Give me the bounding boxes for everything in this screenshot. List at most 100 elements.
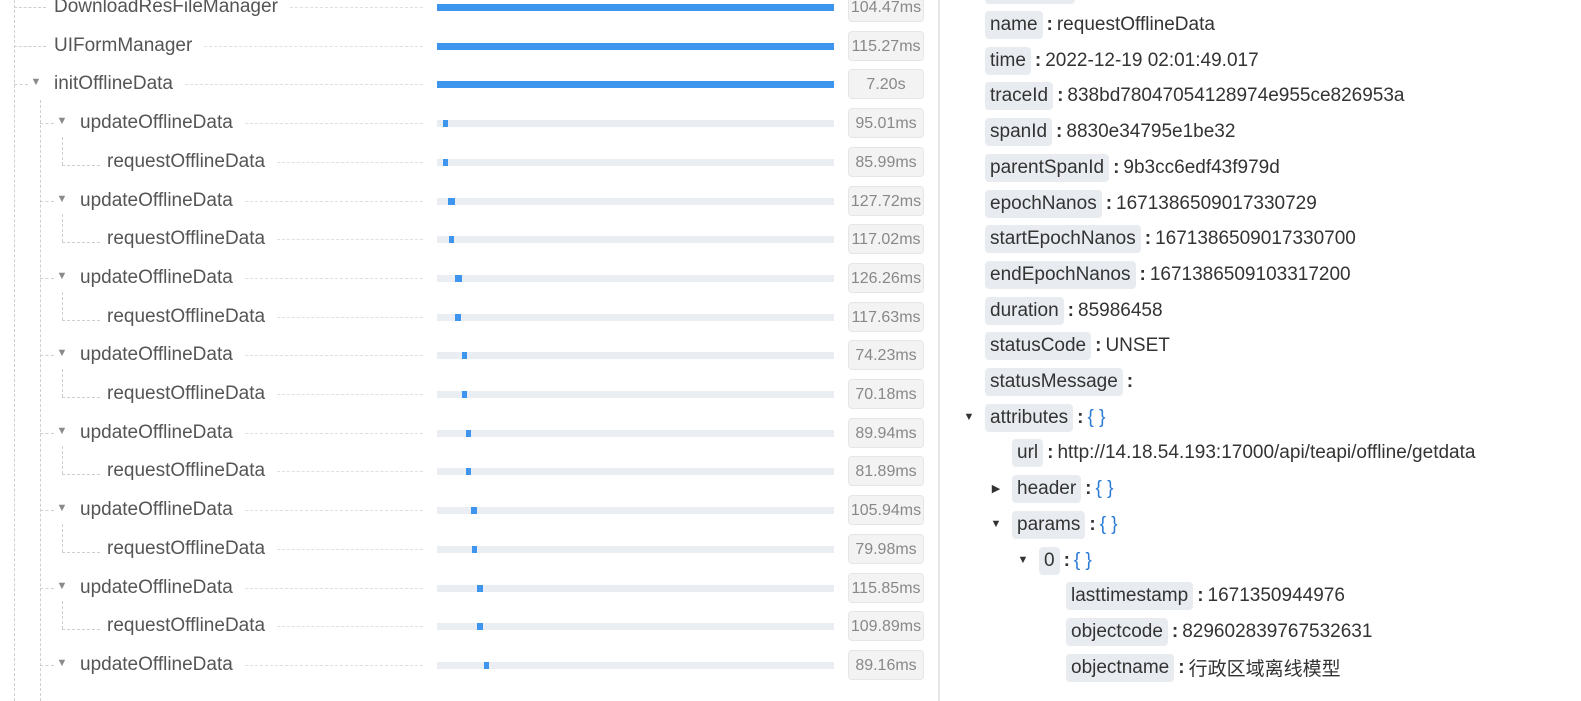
row-leader xyxy=(244,123,423,125)
detail-row: endEpochNanos:1671386509103317200 xyxy=(985,260,1351,290)
span-name: UIFormManager xyxy=(54,34,193,56)
trace-span-row[interactable]: ▼ updateOfflineData 126.26ms xyxy=(0,259,938,297)
trace-span-row[interactable]: ▼ updateOfflineData 74.23ms xyxy=(0,336,938,374)
tree-branch xyxy=(40,277,54,279)
trace-span-row[interactable]: ▼ updateOfflineData 115.85ms xyxy=(0,569,938,607)
detail-row: duration:85986458 xyxy=(985,296,1163,326)
row-leader xyxy=(289,7,423,8)
detail-row[interactable]: 0:{ } xyxy=(1039,546,1092,576)
object-brace[interactable]: { } xyxy=(1096,478,1114,500)
timeline-bar-track xyxy=(437,623,834,631)
detail-value: 1671386509017330729 xyxy=(1116,192,1317,214)
duration-badge: 81.89ms xyxy=(848,456,924,487)
timeline-bar xyxy=(437,42,834,50)
expand-toggle-icon[interactable]: ▼ xyxy=(55,580,69,592)
tree-elbow xyxy=(62,601,63,630)
trace-span-row[interactable]: ▼ updateOfflineData 105.94ms xyxy=(0,491,938,529)
duration-badge: 7.20s xyxy=(848,69,924,100)
expand-toggle-icon[interactable]: ▼ xyxy=(29,76,43,88)
timeline-bar xyxy=(471,507,477,515)
detail-value: 1671386509017330700 xyxy=(1155,228,1356,250)
expand-toggle-icon[interactable]: ▼ xyxy=(55,347,69,359)
expand-toggle-icon[interactable]: ▼ xyxy=(55,193,69,205)
tree-branch xyxy=(62,629,100,631)
key-separator: : xyxy=(1197,585,1204,607)
object-brace[interactable]: { } xyxy=(1074,550,1092,572)
tree-branch xyxy=(62,319,100,321)
trace-span-row[interactable]: requestOfflineData 70.18ms xyxy=(0,369,938,413)
trace-span-row[interactable]: requestOfflineData 85.99ms xyxy=(0,136,938,181)
key-separator: : xyxy=(1089,513,1096,535)
timeline-bar-track xyxy=(437,545,834,553)
detail-value: 85986458 xyxy=(1078,299,1163,321)
trace-span-row[interactable]: ▼ updateOfflineData 95.01ms xyxy=(0,104,938,142)
tree-branch xyxy=(40,123,54,125)
tree-branch xyxy=(62,242,100,244)
detail-row[interactable]: params:{ } xyxy=(1012,510,1118,540)
timeline-bar xyxy=(477,623,484,631)
expand-toggle-icon[interactable]: ▼ xyxy=(55,270,69,282)
tree-branch xyxy=(62,397,100,398)
detail-row: startEpochNanos:1671386509017330700 xyxy=(985,224,1356,254)
collapse-arrow-icon[interactable]: ▼ xyxy=(1017,554,1029,566)
trace-span-row[interactable]: requestOfflineData 117.02ms xyxy=(0,214,938,258)
tree-branch xyxy=(62,164,100,166)
trace-span-row[interactable]: DownloadResFileManager 104.47ms xyxy=(0,0,938,26)
tree-elbow xyxy=(62,291,63,320)
collapse-arrow-icon[interactable]: ▼ xyxy=(963,411,975,423)
timeline-bar xyxy=(448,236,455,244)
trace-span-row[interactable]: ▼ initOfflineData 7.20s xyxy=(0,65,938,103)
timeline-bar-track xyxy=(437,468,834,476)
row-leader xyxy=(244,355,423,357)
detail-key: params xyxy=(1012,510,1086,539)
row-leader xyxy=(277,471,423,473)
span-name: requestOfflineData xyxy=(107,383,266,404)
key-separator: : xyxy=(1057,85,1064,107)
timeline-bar xyxy=(454,274,462,282)
expand-toggle-icon[interactable]: ▼ xyxy=(55,425,69,437)
tree-branch xyxy=(40,432,54,434)
duration-badge: 115.27ms xyxy=(848,30,924,61)
trace-span-row[interactable]: requestOfflineData 79.98ms xyxy=(0,523,938,568)
detail-row[interactable]: attributes:{ } xyxy=(985,403,1105,433)
trace-span-row[interactable]: ▼ updateOfflineData 127.72ms xyxy=(0,182,938,220)
detail-value: 8830e34795e1be32 xyxy=(1066,121,1236,143)
span-name: updateOfflineData xyxy=(80,421,233,443)
timeline-bar xyxy=(465,429,471,437)
trace-span-row[interactable]: requestOfflineData 81.89ms xyxy=(0,446,938,490)
detail-row: statusMessage: xyxy=(985,367,1137,397)
expand-toggle-icon[interactable]: ▼ xyxy=(55,115,69,127)
timeline-bar-track xyxy=(437,81,834,89)
detail-row: epochNanos:1671386509017330729 xyxy=(985,189,1317,219)
tree-branch xyxy=(62,551,100,553)
expand-arrow-icon[interactable]: ▶ xyxy=(990,482,1002,495)
detail-value: 829602839767532631 xyxy=(1182,620,1373,642)
trace-span-row[interactable]: ▼ updateOfflineData 89.94ms xyxy=(0,414,938,452)
trace-span-row[interactable]: requestOfflineData 117.63ms xyxy=(0,291,938,336)
row-leader xyxy=(277,548,423,550)
detail-row: lasttimestamp:1671350944976 xyxy=(1066,581,1345,611)
collapse-arrow-icon[interactable]: ▼ xyxy=(990,518,1002,530)
span-name: updateOfflineData xyxy=(80,499,233,521)
tree-elbow xyxy=(62,214,63,243)
duration-badge: 89.16ms xyxy=(848,649,924,680)
object-brace[interactable]: { } xyxy=(1100,514,1118,536)
duration-badge: 95.01ms xyxy=(848,108,924,139)
detail-key: endEpochNanos xyxy=(985,260,1136,289)
row-leader xyxy=(204,45,423,47)
trace-span-row[interactable]: UIFormManager 115.27ms xyxy=(0,27,938,65)
key-separator: : xyxy=(1113,156,1120,178)
expand-toggle-icon[interactable]: ▼ xyxy=(55,502,69,514)
detail-key: objectname xyxy=(1066,653,1175,682)
duration-badge: 89.94ms xyxy=(848,417,924,448)
trace-span-row[interactable]: ▼ updateOfflineData 89.16ms xyxy=(0,646,938,684)
row-leader xyxy=(277,394,423,395)
object-brace[interactable]: { } xyxy=(1087,407,1105,429)
tree-elbow xyxy=(62,369,63,397)
detail-value: http://14.18.54.193:17000/api/teapi/offl… xyxy=(1057,442,1476,464)
detail-row[interactable]: header:{ } xyxy=(1012,474,1113,504)
detail-row: objectname: 行政区域离线模型 xyxy=(1066,653,1341,683)
trace-span-row[interactable]: requestOfflineData 109.89ms xyxy=(0,601,938,645)
tree-branch xyxy=(40,200,54,202)
expand-toggle-icon[interactable]: ▼ xyxy=(55,657,69,669)
